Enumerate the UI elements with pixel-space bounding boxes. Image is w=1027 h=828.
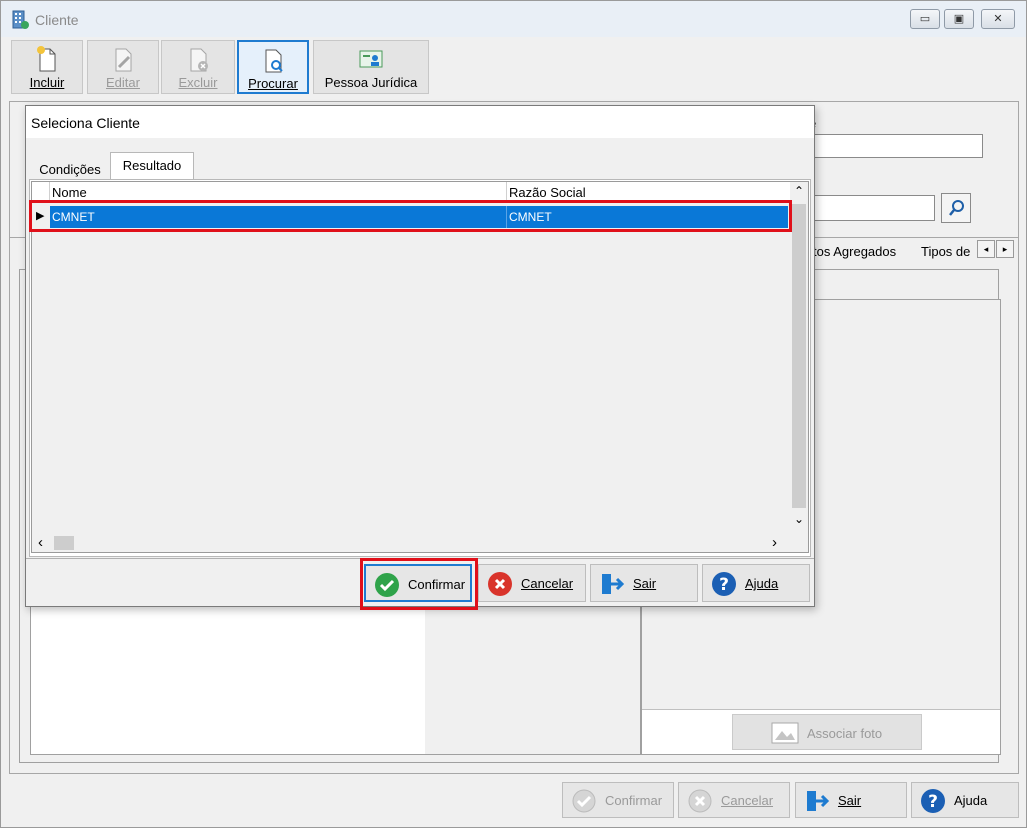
- dialog-title: Seleciona Cliente: [31, 115, 140, 131]
- dialog-help-button[interactable]: ? Ajuda: [702, 564, 810, 602]
- dialog-help-label: Ajuda: [745, 576, 779, 591]
- cell-separator: [506, 206, 507, 228]
- grid-header: Nome Razão Social: [32, 182, 790, 202]
- column-separator: [506, 182, 507, 202]
- horizontal-scroll-thumb[interactable]: [54, 536, 74, 550]
- search-icon: [949, 200, 964, 216]
- table-row[interactable]: CMNET CMNET: [50, 206, 788, 228]
- incluir-label: Incluir: [29, 75, 65, 90]
- column-separator: [49, 182, 50, 202]
- search-button[interactable]: [941, 193, 971, 223]
- column-header-nome[interactable]: Nome: [52, 185, 87, 200]
- tab-tipos[interactable]: Tipos de: [921, 244, 970, 259]
- footer-cancel-button[interactable]: Cancelar: [678, 782, 790, 818]
- cell-razao-social: CMNET: [509, 210, 552, 224]
- tab-resultado-label: Resultado: [122, 158, 182, 173]
- tab-scroll-left[interactable]: ◂: [977, 240, 995, 258]
- exit-door-icon: [807, 791, 830, 811]
- new-document-icon: [37, 46, 56, 72]
- search-document-icon: [265, 49, 283, 73]
- svg-text:?: ?: [928, 792, 938, 812]
- cliente-window: Cliente ▭ ▣ ✕ Incluir Editar Excluir Pro…: [0, 0, 1027, 828]
- tab-condicoes-label: Condições: [39, 162, 101, 177]
- editar-button[interactable]: Editar: [87, 40, 159, 94]
- dialog-footer-divider: [26, 558, 814, 559]
- close-icon: ✕: [993, 13, 1003, 25]
- vertical-scroll-thumb[interactable]: [792, 204, 806, 508]
- edit-document-icon: [115, 48, 132, 72]
- results-grid: Nome Razão Social ▶ CMNET CMNET ⌃ ⌄ ‹ ›: [31, 181, 809, 553]
- maximize-icon: ▣: [953, 13, 965, 25]
- editar-label: Editar: [106, 75, 140, 90]
- help-circle-icon: ?: [712, 572, 736, 596]
- column-header-razao-social[interactable]: Razão Social: [509, 185, 586, 200]
- vertical-scrollbar[interactable]: ⌃ ⌄: [790, 182, 808, 534]
- title-bar: Cliente ▭ ▣ ✕: [1, 1, 1026, 37]
- photo-icon: [771, 722, 799, 744]
- exit-door-icon: [602, 574, 625, 594]
- check-circle-icon: [375, 573, 399, 597]
- text-field-top[interactable]: [813, 134, 983, 158]
- search-field[interactable]: [813, 195, 935, 221]
- procurar-label: Procurar: [248, 76, 298, 91]
- cancel-circle-icon: [488, 572, 512, 596]
- footer-exit-label: Sair: [838, 793, 862, 808]
- seleciona-cliente-dialog: Seleciona Cliente Condições Resultado No…: [25, 105, 815, 607]
- minimize-icon: ▭: [919, 13, 931, 25]
- list-panel-left: [30, 605, 426, 755]
- dialog-exit-button[interactable]: Sair: [590, 564, 698, 602]
- associar-foto-label: Associar foto: [807, 726, 883, 741]
- dialog-confirm-label: Confirmar: [408, 577, 466, 592]
- footer-cancel-label: Cancelar: [721, 793, 774, 808]
- pessoa-juridica-button[interactable]: Pessoa Jurídica: [313, 40, 429, 94]
- tab-condicoes[interactable]: Condições: [32, 156, 108, 180]
- footer-help-label: Ajuda: [954, 793, 988, 808]
- scroll-right-icon[interactable]: ›: [772, 534, 777, 551]
- delete-document-icon: [190, 48, 208, 72]
- tab-resultado[interactable]: Resultado: [110, 152, 194, 180]
- company-card-icon: [359, 50, 383, 68]
- footer-confirm-label: Confirmar: [605, 793, 663, 808]
- scroll-left-icon[interactable]: ‹: [38, 534, 43, 551]
- procurar-button[interactable]: Procurar: [237, 40, 309, 94]
- arrow-right-icon: ▸: [1002, 244, 1008, 254]
- building-icon: [12, 10, 29, 29]
- close-button[interactable]: ✕: [981, 9, 1015, 29]
- scroll-down-icon[interactable]: ⌄: [794, 512, 804, 526]
- dialog-exit-label: Sair: [633, 576, 657, 591]
- incluir-button[interactable]: Incluir: [11, 40, 83, 94]
- scroll-up-icon[interactable]: ⌃: [794, 184, 804, 198]
- footer-help-button[interactable]: ? Ajuda: [911, 782, 1019, 818]
- associar-foto-button[interactable]: Associar foto: [732, 714, 922, 750]
- window-title: Cliente: [35, 12, 79, 28]
- svg-text:?: ?: [719, 575, 729, 595]
- tab-scroll-right[interactable]: ▸: [996, 240, 1014, 258]
- check-circle-icon: [572, 789, 596, 813]
- excluir-button[interactable]: Excluir: [161, 40, 235, 94]
- excluir-label: Excluir: [178, 75, 218, 90]
- footer-exit-button[interactable]: Sair: [795, 782, 907, 818]
- pessoa-juridica-label: Pessoa Jurídica: [324, 75, 418, 90]
- help-circle-icon: ?: [921, 789, 945, 813]
- dialog-confirm-button[interactable]: Confirmar: [364, 564, 472, 602]
- maximize-button[interactable]: ▣: [944, 9, 974, 29]
- arrow-left-icon: ◂: [983, 244, 989, 254]
- dialog-cancel-button[interactable]: Cancelar: [478, 564, 586, 602]
- tab-agregados[interactable]: tos Agregados: [813, 244, 896, 259]
- footer-confirm-button[interactable]: Confirmar: [562, 782, 674, 818]
- cancel-circle-icon: [688, 789, 712, 813]
- dialog-title-bar: Seleciona Cliente: [26, 106, 814, 138]
- minimize-button[interactable]: ▭: [910, 9, 940, 29]
- list-panel-middle: [425, 605, 641, 755]
- cell-nome: CMNET: [52, 210, 95, 224]
- dialog-cancel-label: Cancelar: [521, 576, 574, 591]
- horizontal-scrollbar[interactable]: ‹ ›: [32, 534, 808, 552]
- row-indicator-icon: ▶: [36, 210, 45, 222]
